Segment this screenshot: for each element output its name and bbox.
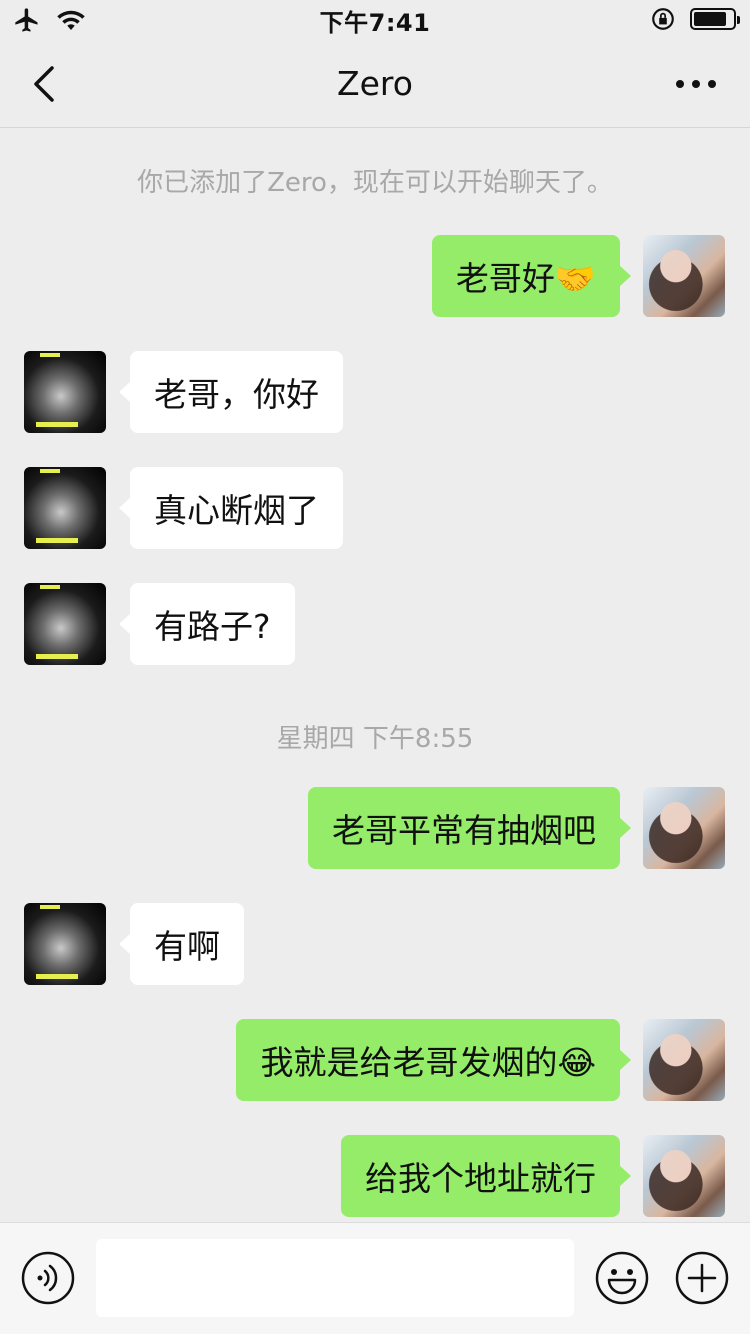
contact-avatar[interactable] bbox=[24, 351, 106, 433]
emoji-icon[interactable] bbox=[595, 1251, 649, 1305]
status-bar: 下午7:41 bbox=[0, 0, 750, 40]
nav-bar: Zero bbox=[0, 40, 750, 128]
page-title: Zero bbox=[337, 64, 413, 103]
message-bubble-sent[interactable]: 老哥好🤝 bbox=[431, 235, 632, 317]
avatar-photo bbox=[643, 235, 725, 317]
message-bubble-received[interactable]: 有啊 bbox=[119, 903, 244, 985]
orientation-lock-icon bbox=[652, 8, 674, 30]
avatar-photo bbox=[40, 353, 60, 357]
avatar-photo bbox=[643, 1135, 725, 1217]
avatar-photo bbox=[40, 469, 60, 473]
contact-avatar[interactable] bbox=[24, 583, 106, 665]
wifi-icon bbox=[57, 10, 85, 30]
status-left bbox=[12, 6, 86, 34]
message-bubble-received[interactable]: 真心断烟了 bbox=[119, 467, 343, 549]
contact-avatar[interactable] bbox=[24, 903, 106, 985]
avatar-photo bbox=[40, 585, 60, 589]
avatar-photo bbox=[36, 974, 78, 979]
message-bubble-sent[interactable]: 我就是给老哥发烟的😂 bbox=[236, 1019, 631, 1101]
avatar-photo bbox=[36, 538, 78, 543]
airplane-icon bbox=[15, 8, 38, 32]
battery-fill bbox=[694, 12, 727, 26]
avatar-photo bbox=[36, 422, 78, 427]
avatar-photo bbox=[643, 1019, 725, 1101]
system-note: 你已添加了Zero，现在可以开始聊天了。 bbox=[137, 168, 613, 198]
status-right bbox=[650, 6, 740, 32]
avatar-photo bbox=[36, 654, 78, 659]
plus-icon[interactable] bbox=[675, 1251, 729, 1305]
more-dots-icon[interactable] bbox=[672, 64, 720, 104]
my-avatar[interactable] bbox=[643, 1135, 725, 1217]
message-bubble-sent[interactable]: 给我个地址就行 bbox=[341, 1135, 631, 1217]
avatar-photo bbox=[643, 787, 725, 869]
my-avatar[interactable] bbox=[643, 1019, 725, 1101]
my-avatar[interactable] bbox=[643, 235, 725, 317]
chat-timestamp: 星期四 下午8:55 bbox=[276, 724, 474, 754]
status-time: 下午7:41 bbox=[319, 8, 431, 37]
message-bubble-received[interactable]: 有路子? bbox=[119, 583, 295, 665]
my-avatar[interactable] bbox=[643, 787, 725, 869]
input-bar bbox=[0, 1222, 750, 1334]
voice-icon[interactable] bbox=[21, 1251, 75, 1305]
message-bubble-received[interactable]: 老哥，你好 bbox=[119, 351, 343, 433]
message-input[interactable] bbox=[96, 1239, 574, 1317]
avatar-photo bbox=[40, 905, 60, 909]
contact-avatar[interactable] bbox=[24, 467, 106, 549]
message-bubble-sent[interactable]: 老哥平常有抽烟吧 bbox=[308, 787, 631, 869]
battery-icon bbox=[690, 8, 740, 30]
